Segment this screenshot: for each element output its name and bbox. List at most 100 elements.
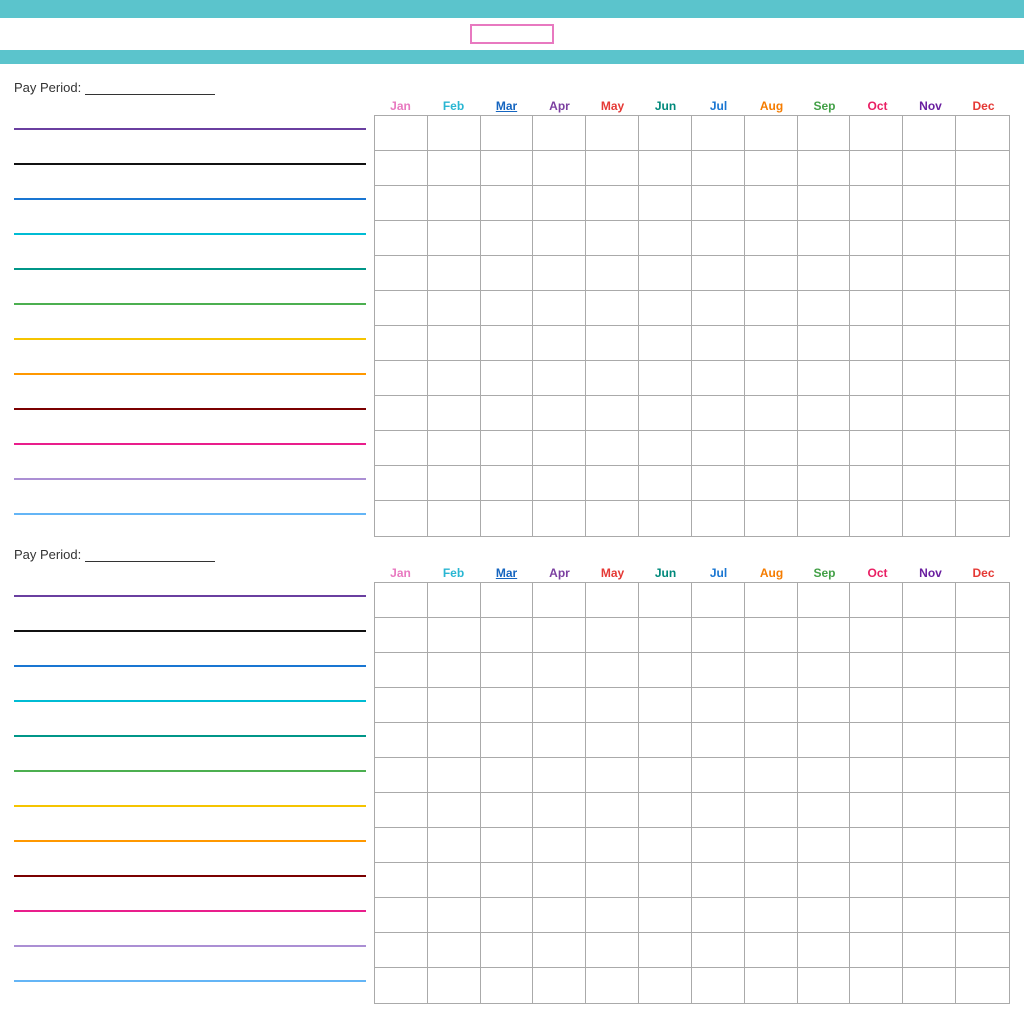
grid-cell[interactable] (586, 256, 639, 291)
grid-cell[interactable] (639, 618, 692, 653)
grid-cell[interactable] (533, 723, 586, 758)
grid-cell[interactable] (798, 723, 851, 758)
grid-cell[interactable] (428, 326, 481, 361)
grid-cell[interactable] (639, 933, 692, 968)
grid-cell[interactable] (745, 466, 798, 501)
grid-cell[interactable] (639, 291, 692, 326)
grid-cell[interactable] (428, 898, 481, 933)
grid-cell[interactable] (375, 583, 428, 618)
grid-cell[interactable] (850, 396, 903, 431)
grid-cell[interactable] (428, 396, 481, 431)
grid-cell[interactable] (481, 653, 534, 688)
grid-cell[interactable] (375, 256, 428, 291)
grid-cell[interactable] (745, 221, 798, 256)
grid-cell[interactable] (956, 396, 1009, 431)
grid-cell[interactable] (745, 898, 798, 933)
grid-cell[interactable] (533, 653, 586, 688)
grid-cell[interactable] (639, 221, 692, 256)
grid-cell[interactable] (956, 501, 1009, 536)
grid-cell[interactable] (428, 933, 481, 968)
grid-cell[interactable] (639, 723, 692, 758)
grid-cell[interactable] (481, 828, 534, 863)
grid-cell[interactable] (903, 583, 956, 618)
grid-cell[interactable] (375, 291, 428, 326)
grid-cell[interactable] (798, 583, 851, 618)
grid-cell[interactable] (798, 256, 851, 291)
grid-cell[interactable] (956, 116, 1009, 151)
grid-cell[interactable] (428, 466, 481, 501)
grid-cell[interactable] (850, 863, 903, 898)
grid-cell[interactable] (481, 723, 534, 758)
grid-cell[interactable] (533, 898, 586, 933)
grid-cell[interactable] (692, 431, 745, 466)
grid-cell[interactable] (639, 653, 692, 688)
grid-cell[interactable] (639, 256, 692, 291)
grid-cell[interactable] (956, 326, 1009, 361)
grid-cell[interactable] (481, 326, 534, 361)
grid-cell[interactable] (798, 186, 851, 221)
grid-cell[interactable] (850, 758, 903, 793)
grid-cell[interactable] (956, 898, 1009, 933)
grid-cell[interactable] (692, 933, 745, 968)
grid-cell[interactable] (586, 221, 639, 256)
grid-cell[interactable] (850, 361, 903, 396)
grid-cell[interactable] (639, 361, 692, 396)
grid-cell[interactable] (903, 361, 956, 396)
grid-cell[interactable] (692, 361, 745, 396)
grid-cell[interactable] (639, 968, 692, 1003)
grid-cell[interactable] (850, 116, 903, 151)
grid-cell[interactable] (745, 793, 798, 828)
grid-cell[interactable] (428, 793, 481, 828)
grid-cell[interactable] (798, 361, 851, 396)
grid-cell[interactable] (481, 256, 534, 291)
grid-cell[interactable] (533, 326, 586, 361)
pay-period-input-line[interactable] (85, 81, 215, 95)
grid-cell[interactable] (481, 291, 534, 326)
grid-cell[interactable] (798, 431, 851, 466)
grid-cell[interactable] (798, 793, 851, 828)
grid-cell[interactable] (375, 758, 428, 793)
grid-cell[interactable] (798, 828, 851, 863)
grid-cell[interactable] (481, 466, 534, 501)
grid-cell[interactable] (481, 501, 534, 536)
grid-cell[interactable] (850, 793, 903, 828)
grid-cell[interactable] (639, 828, 692, 863)
grid-cell[interactable] (745, 828, 798, 863)
grid-cell[interactable] (798, 116, 851, 151)
grid-cell[interactable] (850, 898, 903, 933)
grid-cell[interactable] (375, 863, 428, 898)
grid-cell[interactable] (639, 186, 692, 221)
grid-cell[interactable] (586, 933, 639, 968)
grid-cell[interactable] (533, 758, 586, 793)
grid-cell[interactable] (639, 326, 692, 361)
grid-cell[interactable] (586, 396, 639, 431)
grid-cell[interactable] (956, 828, 1009, 863)
grid-cell[interactable] (745, 618, 798, 653)
grid-cell[interactable] (639, 688, 692, 723)
grid-cell[interactable] (586, 291, 639, 326)
grid-cell[interactable] (903, 396, 956, 431)
grid-cell[interactable] (903, 828, 956, 863)
grid-cell[interactable] (375, 361, 428, 396)
grid-cell[interactable] (798, 688, 851, 723)
grid-cell[interactable] (956, 758, 1009, 793)
grid-cell[interactable] (639, 863, 692, 898)
grid-cell[interactable] (586, 116, 639, 151)
grid-cell[interactable] (745, 863, 798, 898)
grid-cell[interactable] (956, 431, 1009, 466)
grid-cell[interactable] (692, 583, 745, 618)
grid-cell[interactable] (428, 723, 481, 758)
grid-cell[interactable] (850, 151, 903, 186)
grid-cell[interactable] (586, 431, 639, 466)
grid-cell[interactable] (586, 793, 639, 828)
grid-cell[interactable] (850, 466, 903, 501)
grid-cell[interactable] (850, 186, 903, 221)
grid-cell[interactable] (481, 933, 534, 968)
grid-cell[interactable] (586, 653, 639, 688)
grid-cell[interactable] (903, 116, 956, 151)
grid-cell[interactable] (956, 466, 1009, 501)
grid-cell[interactable] (481, 583, 534, 618)
grid-cell[interactable] (533, 361, 586, 396)
grid-cell[interactable] (798, 863, 851, 898)
grid-cell[interactable] (850, 291, 903, 326)
